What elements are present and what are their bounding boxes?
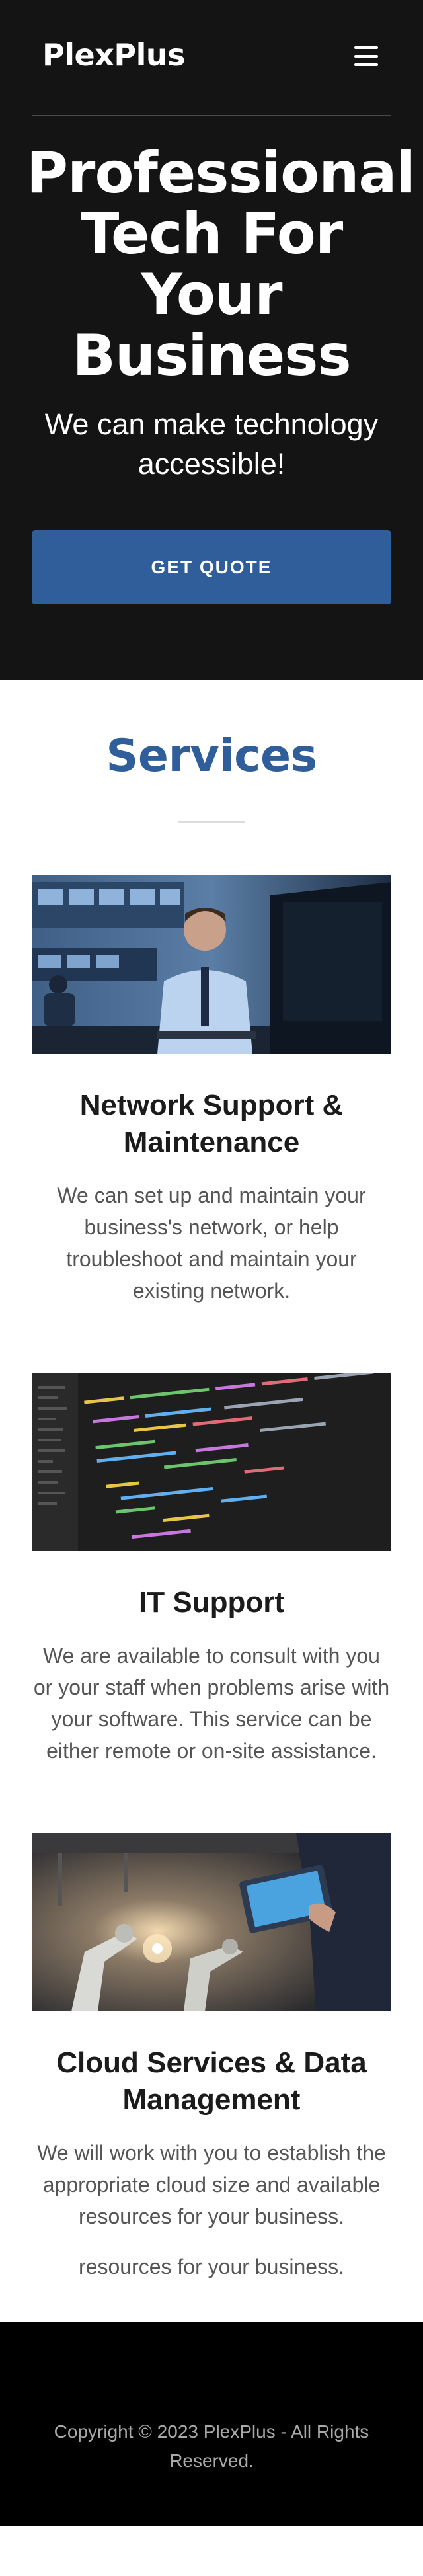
get-quote-button[interactable]: GET QUOTE (32, 530, 391, 604)
robotic-factory-tablet-photo (32, 1833, 391, 2011)
copyright-text: Copyright © 2023 PlexPlus - All Rights R… (54, 2421, 369, 2471)
service-description: We will work with you to establish the a… (37, 2141, 386, 2228)
service-title: IT Support (139, 1586, 284, 1619)
hamburger-menu-icon[interactable] (354, 46, 378, 66)
services-heading: Services (106, 730, 317, 782)
top-navigation-bar: PlexPlus (32, 0, 391, 116)
brand-logo[interactable]: PlexPlus (42, 37, 185, 73)
service-title: Network Support & Maintenance (79, 1089, 344, 1158)
hero-title: Professional Tech For Your Business (26, 140, 416, 389)
service-card-cloud: Cloud Services & Data Management We will… (32, 1833, 391, 2282)
hero-section: PlexPlus Professional Tech For Your Busi… (0, 0, 423, 680)
service-card-network: Network Support & Maintenance We can set… (32, 875, 391, 1307)
service-title: Cloud Services & Data Management (56, 2046, 367, 2116)
service-card-it-support: IT Support We are available to consult w… (32, 1373, 391, 1767)
menu-bar-line (354, 46, 378, 49)
code-on-screen-photo (32, 1373, 391, 1551)
site-footer: Copyright © 2023 PlexPlus - All Rights R… (0, 2322, 423, 2526)
man-working-at-computer-photo (32, 875, 391, 1054)
service-description-repeat: resources for your business. (79, 2255, 344, 2278)
services-section: Services Network Support & Maintenance W… (0, 730, 423, 2322)
menu-bar-line (354, 55, 378, 58)
service-description: We are available to consult with you or … (33, 1644, 390, 1763)
section-divider (178, 821, 245, 823)
hero-subtitle: We can make technology accessible! (44, 407, 379, 481)
service-description: We can set up and maintain your business… (57, 1184, 366, 1303)
menu-bar-line (354, 63, 378, 66)
